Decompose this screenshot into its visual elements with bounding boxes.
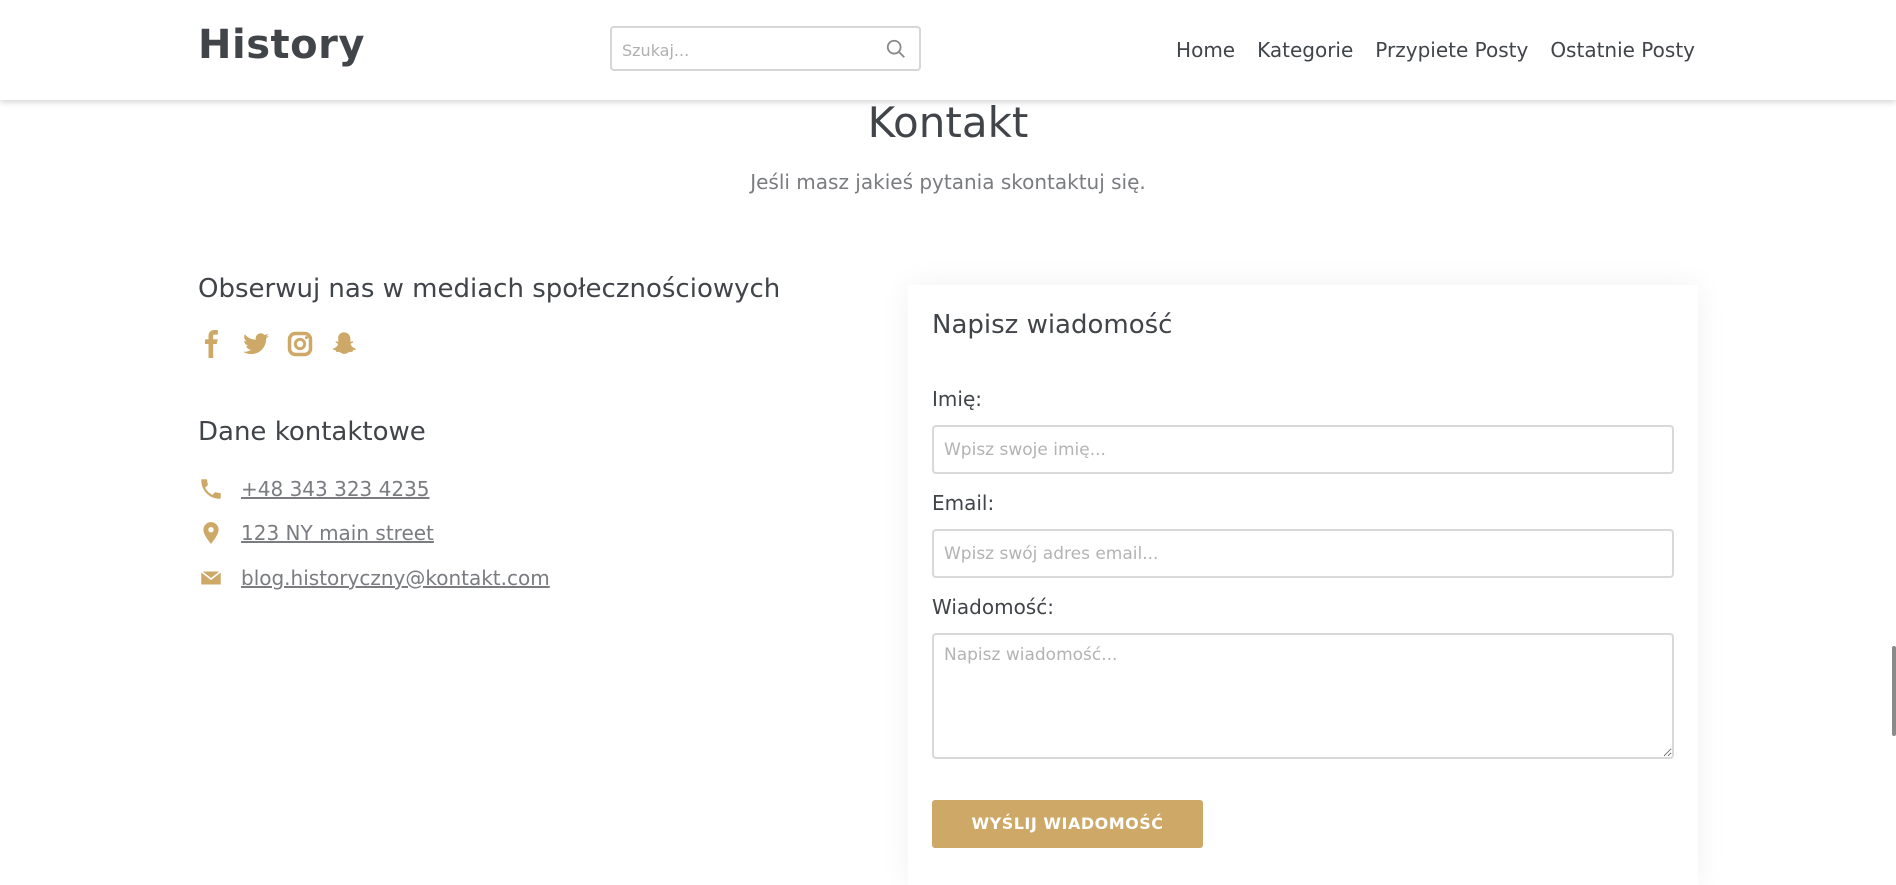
- phone-icon: [201, 479, 221, 499]
- location-pin-icon: [203, 522, 219, 544]
- envelope-icon: [200, 570, 222, 585]
- email-field[interactable]: [932, 529, 1674, 578]
- nav-home[interactable]: Home: [1176, 38, 1235, 62]
- contact-phone-row: +48 343 323 4235: [198, 476, 430, 502]
- search-icon[interactable]: [885, 38, 907, 60]
- contact-email-link[interactable]: blog.historyczny@kontakt.com: [241, 566, 550, 590]
- nav-przypiete-posty[interactable]: Przypiete Posty: [1375, 38, 1528, 62]
- page-title: Kontakt: [867, 98, 1029, 147]
- main-nav: Home Kategorie Przypiete Posty Ostatnie …: [1154, 38, 1695, 62]
- nav-kategorie[interactable]: Kategorie: [1257, 38, 1353, 62]
- contact-email-row: blog.historyczny@kontakt.com: [198, 565, 550, 591]
- name-label: Imię:: [932, 387, 982, 411]
- nav-ostatnie-posty[interactable]: Ostatnie Posty: [1550, 38, 1695, 62]
- twitter-icon[interactable]: [242, 328, 270, 360]
- facebook-icon[interactable]: [198, 328, 226, 360]
- social-links: [198, 328, 358, 360]
- search-box: [610, 26, 921, 71]
- send-message-button[interactable]: WYŚLIJ WIADOMOŚĆ: [932, 800, 1203, 848]
- instagram-icon[interactable]: [286, 328, 314, 360]
- contact-address-row: 123 NY main street: [198, 520, 434, 546]
- contact-heading: Dane kontaktowe: [198, 417, 426, 447]
- contact-address-link[interactable]: 123 NY main street: [241, 521, 434, 545]
- form-title: Napisz wiadomość: [932, 310, 1173, 340]
- scrollbar-thumb[interactable]: [1892, 646, 1896, 736]
- name-field[interactable]: [932, 425, 1674, 474]
- search-input[interactable]: [620, 36, 874, 64]
- contact-form-card: [908, 285, 1698, 885]
- email-label: Email:: [932, 491, 995, 515]
- snapchat-icon[interactable]: [330, 328, 358, 360]
- message-label: Wiadomość:: [932, 595, 1054, 619]
- scrollbar[interactable]: [1890, 0, 1896, 835]
- site-logo[interactable]: History: [198, 22, 365, 68]
- contact-phone-link[interactable]: +48 343 323 4235: [241, 477, 430, 501]
- message-field[interactable]: [932, 633, 1674, 759]
- site-header: History Home Kategorie Przypiete Posty O…: [0, 0, 1896, 100]
- page-subtitle: Jeśli masz jakieś pytania skontaktuj się…: [750, 170, 1146, 194]
- social-heading: Obserwuj nas w mediach społecznościowych: [198, 274, 781, 304]
